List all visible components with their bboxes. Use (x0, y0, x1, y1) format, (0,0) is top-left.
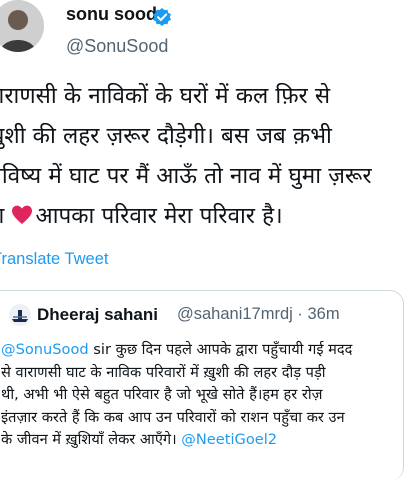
quoted-tweet-time: 36m (307, 305, 340, 323)
author-handle[interactable]: @SonuSood (66, 36, 168, 57)
tweet-header: sonu sood @SonuSood (0, 0, 412, 70)
tweet-text-fragment: आपका परिवार मेरा परिवार है। (35, 203, 283, 229)
meta-separator: · (297, 305, 303, 323)
author-display-name[interactable]: sonu sood (66, 4, 157, 25)
tweet-text: वाराणसी के नाविकों के घरों में कल फ़िर स… (0, 76, 412, 236)
tweet-text-fragment: ना (0, 203, 4, 229)
tweet-text-line: ना आपका परिवार मेरा परिवार है। (0, 196, 412, 236)
author-avatar[interactable] (0, 0, 44, 52)
quoted-text-line: के जीवन में ख़ुशियाँ लेकर आएँगे। @NeetiG… (1, 429, 405, 452)
quoted-text-line: से वाराणसी घाट के नाविक परिवारों में ख़ु… (1, 363, 326, 381)
quoted-author-display-name: Dheeraj sahani (37, 305, 158, 324)
tweet-text-line: भविष्य में घाट पर मैं आऊँ तो नाव में घुम… (0, 163, 372, 189)
tweet-text-line: ख़ुशी की लहर ज़रूर दौड़ेगी। बस जब क़भी (0, 123, 332, 149)
quoted-text-line: थी, अभी भी ऐसे बहुत परिवार है जो भूखे सो… (1, 386, 323, 404)
quoted-text-fragment: के जीवन में ख़ुशियाँ लेकर आएँगे। (1, 431, 182, 449)
translate-tweet-link[interactable]: Translate Tweet (0, 250, 108, 269)
heart-emoji-icon (11, 199, 33, 224)
verified-badge-icon (152, 7, 172, 27)
mention-link[interactable]: @NeetiGoel2 (181, 431, 277, 448)
quoted-text-line: इंतज़ार करते हैं कि कब आप उन परिवारों को… (1, 408, 345, 426)
quoted-text-line: @SonuSood sir कुछ दिन पहले आपके द्वारा प… (1, 339, 405, 362)
quoted-text-fragment: sir कुछ दिन पहले आपके द्वारा पहुँचायी गई… (88, 341, 353, 358)
quoted-tweet-card[interactable]: Dheeraj sahani @sahani17mrdj · 36m @Sonu… (0, 290, 404, 481)
quoted-author-avatar (9, 304, 31, 326)
quoted-author-meta: @sahani17mrdj · 36m (177, 305, 340, 324)
tweet-text-line: वाराणसी के नाविकों के घरों में कल फ़िर स… (0, 83, 331, 109)
quoted-tweet-text: @SonuSood sir कुछ दिन पहले आपके द्वारा प… (1, 339, 405, 452)
mention-link[interactable]: @SonuSood (1, 341, 89, 358)
quoted-author-handle: @sahani17mrdj (177, 305, 293, 323)
